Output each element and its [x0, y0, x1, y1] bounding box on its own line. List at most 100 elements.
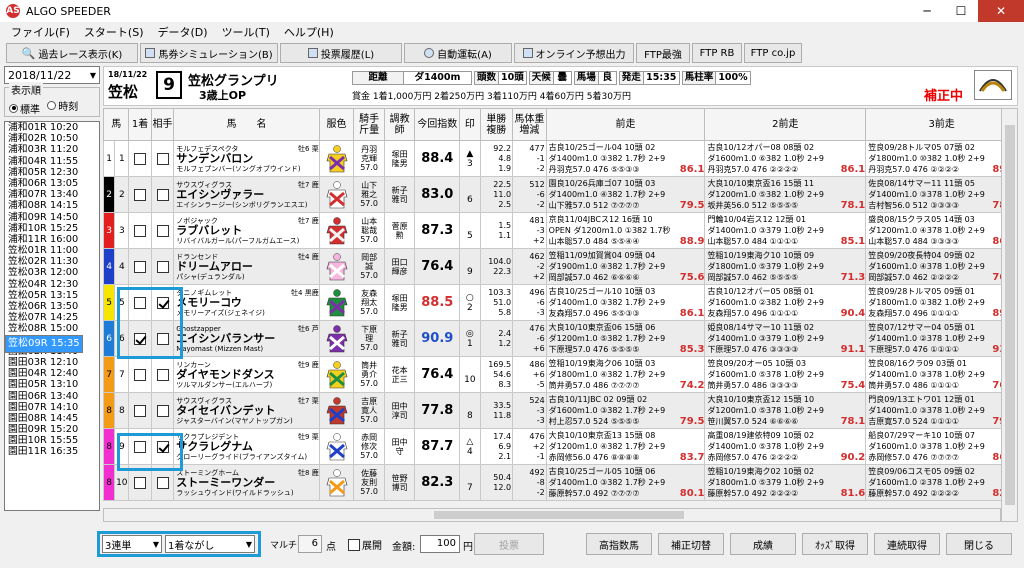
p2-cell[interactable]: 大良10/10東京盃12 15頭 10 ダ1200m1.0 ⑤378 1.0秒 … [704, 392, 867, 429]
p2-cell[interactable]: 笠良09/20オー05 10頭 03 ダ1600m1.0 ⑤378 1.0秒 2… [704, 356, 867, 393]
first-checkbox[interactable] [128, 428, 152, 465]
col-mark[interactable]: 印 [459, 108, 481, 141]
horse-name-cell[interactable]: タニノギムレット 牡4 黒鹿 メモリーコウ メモリーアイズ(ジェネイジ) [173, 284, 320, 321]
race-list-item[interactable]: 笠松07R 14:25 [5, 312, 99, 323]
race-list-item[interactable]: 園田07R 14:10 [5, 402, 99, 413]
race-list-item[interactable]: 園田03R 12:10 [5, 357, 99, 368]
vote-history-button[interactable]: 投票履歴(L) [280, 43, 402, 63]
race-list-item[interactable]: 浦和08R 14:15 [5, 200, 99, 211]
first-checkbox[interactable] [128, 212, 152, 249]
race-list-item[interactable]: 浦和06R 13:05 [5, 178, 99, 189]
race-list-item[interactable]: 笠松08R 15:00 [5, 323, 99, 334]
col-trainer[interactable]: 調教 師 [383, 108, 416, 141]
p2-cell[interactable]: 笠稲10/19東海ク02 10頭 02 ダ1800m1.0 ⑤379 1.0秒 … [704, 464, 867, 501]
race-list-item[interactable]: 笠松06R 13:50 [5, 301, 99, 312]
bet-type-select[interactable]: 3連単 ▼ [102, 535, 162, 553]
race-list-item[interactable]: 浦和10R 15:25 [5, 223, 99, 234]
ftp-rb-button[interactable]: FTP RB [692, 43, 742, 63]
p3-cell[interactable]: 笠良09/28トルマ05 07頭 02 ダ1800m1.0 ⑩382 1.0秒 … [865, 140, 1018, 177]
menu-data[interactable]: データ(D) [151, 24, 215, 40]
horse-name-cell[interactable]: リンカーン 牡9 鹿 ダイヤモンドダンス ツルマルダンサー(エルハーブ) [173, 356, 320, 393]
race-list-item[interactable]: 浦和02R 10:50 [5, 133, 99, 144]
p3-cell[interactable]: 笠良07/12サマー04 05頭 01 ダ1400m1.0 ②378 1.0秒 … [865, 320, 1018, 357]
first-checkbox[interactable] [128, 320, 152, 357]
jockey[interactable]: 山下 雅之 57.0 [353, 176, 385, 213]
partner-checkbox[interactable] [150, 212, 175, 249]
jockey[interactable]: 丹羽 克輝 57.0 [353, 140, 385, 177]
jockey[interactable]: 友森 翔太 57.0 [353, 284, 385, 321]
mark[interactable]: 7 [459, 464, 481, 501]
p1-cell[interactable]: 笠稲10/19東海ク06 10頭 03 ダ1800m1.0 ④382 1.7秒 … [545, 356, 706, 393]
mark[interactable]: ○ 2 [459, 284, 481, 321]
partner-checkbox[interactable] [150, 428, 175, 465]
p3-cell[interactable]: 船良07/29マーキ10 10頭 07 ダ1600m1.0 ③378 1.0秒 … [865, 428, 1018, 465]
mark[interactable]: 10 [459, 356, 481, 393]
horse-name-cell[interactable]: サウスヴィグラス 牡7 鹿 エイシンヴァラー エイシンラージー(シンボリグランエス… [173, 176, 320, 213]
col-prev1[interactable]: 前走 [545, 108, 706, 141]
table-row[interactable]: 2 2 サウスヴィグラス 牡7 鹿 エイシンヴァラー エイシンラージー(シンボリグ… [102, 176, 1018, 213]
race-list-item[interactable]: 園田10R 15:55 [5, 435, 99, 446]
vote-button[interactable]: 投票 [474, 533, 544, 555]
mark[interactable]: 8 [459, 392, 481, 429]
vertical-scrollbar[interactable] [1001, 108, 1018, 522]
first-checkbox[interactable] [128, 176, 152, 213]
p1-cell[interactable]: 大良10/10東京盃13 15頭 08 ダ1200m1.0 ④382 1.7秒 … [545, 428, 706, 465]
mark[interactable]: ◎ 1 [459, 320, 481, 357]
p1-cell[interactable]: 古良10/11JBC 02 09頭 02 ダ1600m1.0 ③382 1.7秒… [545, 392, 706, 429]
first-checkbox[interactable] [128, 356, 152, 393]
race-list-item[interactable]: 園田11R 16:35 [5, 446, 99, 457]
horse-name-cell[interactable]: ストーミングホーム 牡8 鹿 ストーミーワンダー ラッシュウインド(ワイルドラッシ… [173, 464, 320, 501]
col-silks[interactable]: 服色 [318, 108, 355, 141]
table-row[interactable]: 5 5 タニノギムレット 牡4 黒鹿 メモリーコウ メモリーアイズ(ジェネイジ) … [102, 284, 1018, 321]
p1-cell[interactable]: 古良10/25ゴール05 10頭 06 ダ1400m1.0 ③382 1.7秒 … [545, 464, 706, 501]
first-checkbox[interactable] [128, 392, 152, 429]
jockey[interactable]: 吉原 寛人 57.0 [353, 392, 385, 429]
vertical-scroll-thumb[interactable] [1005, 125, 1015, 505]
results-button[interactable]: 成績 [730, 533, 796, 555]
p3-cell[interactable]: 笠良08/16クラ09 03頭 01 ダ1400m1.0 ③378 1.0秒 2… [865, 356, 1018, 393]
order-time-radio[interactable]: 時刻 [47, 98, 78, 113]
online-forecast-button[interactable]: オンライン予想出力 [514, 43, 634, 63]
first-checkbox[interactable] [128, 284, 152, 321]
race-list-item[interactable]: 浦和04R 11:55 [5, 156, 99, 167]
race-list-item[interactable]: 笠松04R 12:30 [5, 279, 99, 290]
horizontal-scroll-thumb[interactable] [434, 511, 684, 519]
p1-cell[interactable]: 古良10/25ゴール04 10頭 02 ダ1400m1.0 ③382 1.7秒 … [545, 140, 706, 177]
col-index[interactable]: 今回指数 [414, 108, 461, 141]
p3-cell[interactable]: 笠良09/06コスモ05 09頭 02 ダ1600m1.0 ②378 1.0秒 … [865, 464, 1018, 501]
mark[interactable]: △ 4 [459, 428, 481, 465]
horse-name-cell[interactable]: モルフェデスペクタ 牡6 栗 サンデンバロン モルフェプンバー(ソングオブウインド… [173, 140, 320, 177]
col-horse-number[interactable]: 馬 [102, 108, 130, 141]
race-list-item[interactable]: 園田08R 14:45 [5, 413, 99, 424]
mark[interactable]: 6 [459, 176, 481, 213]
table-row[interactable]: 8 10 ストーミングホーム 牡8 鹿 ストーミーワンダー ラッシュウインド(ワイ… [102, 464, 1018, 501]
p1-cell[interactable]: 古良10/25ゴール10 10頭 03 ダ1400m1.0 ③382 1.7秒 … [545, 284, 706, 321]
race-list-item[interactable]: 笠松09R 15:35 [5, 334, 83, 353]
menu-file[interactable]: ファイル(F) [4, 24, 77, 40]
p3-cell[interactable]: 盛良08/15クラス05 14頭 03 ダ1200m1.0 ④378 1.0秒 … [865, 212, 1018, 249]
minimize-button[interactable]: ─ [910, 0, 944, 22]
table-row[interactable]: 8 9 サクラプレジデント 牡9 栗 サクラレグナム グローリーグライド(ブライア… [102, 428, 1018, 465]
col-partner[interactable]: 相手 [150, 108, 175, 141]
p2-cell[interactable]: 姫良08/14サマー10 11頭 02 ダ1400m1.0 ③379 1.0秒 … [704, 320, 867, 357]
race-list-item[interactable]: 園田09R 15:20 [5, 424, 99, 435]
ftp-saikyo-button[interactable]: FTP最強 [636, 43, 690, 63]
horizontal-scrollbar[interactable] [103, 508, 1001, 522]
horse-name-cell[interactable]: サクラプレジデント 牡9 栗 サクラレグナム グローリーグライド(ブライアンズタイ… [173, 428, 320, 465]
table-row[interactable]: 3 3 ノボジャック 牡7 鹿 ラブバレット リバイバルガール(パーフルガムエース… [102, 212, 1018, 249]
jockey[interactable]: 佐藤 友則 57.0 [353, 464, 385, 501]
multi-label[interactable]: マルチ [270, 538, 297, 551]
first-checkbox[interactable] [128, 248, 152, 285]
maximize-button[interactable]: ☐ [944, 0, 978, 22]
col-prev2[interactable]: 2前走 [704, 108, 867, 141]
col-odds[interactable]: 単勝 複勝 [479, 108, 514, 141]
first-checkbox[interactable] [128, 140, 152, 177]
order-standard-radio[interactable]: 標準 [9, 101, 40, 116]
horse-name-cell[interactable]: ノボジャック 牡7 鹿 ラブバレット リバイバルガール(パーフルガムエース) [173, 212, 320, 249]
col-jockey[interactable]: 騎手 斤量 [353, 108, 385, 141]
p2-cell[interactable]: 笠稲10/19東海ク10 10頭 09 ダ1800m1.0 ⑤379 1.0秒 … [704, 248, 867, 285]
col-prev3[interactable]: 3前走 [865, 108, 1018, 141]
horse-name-cell[interactable]: サウスヴィグラス 牡7 栗 タイセイバンデット ジャスターバイン(マヤノトップガン… [173, 392, 320, 429]
mark[interactable]: 5 [459, 212, 481, 249]
race-list-item[interactable]: 園田04R 12:40 [5, 368, 99, 379]
